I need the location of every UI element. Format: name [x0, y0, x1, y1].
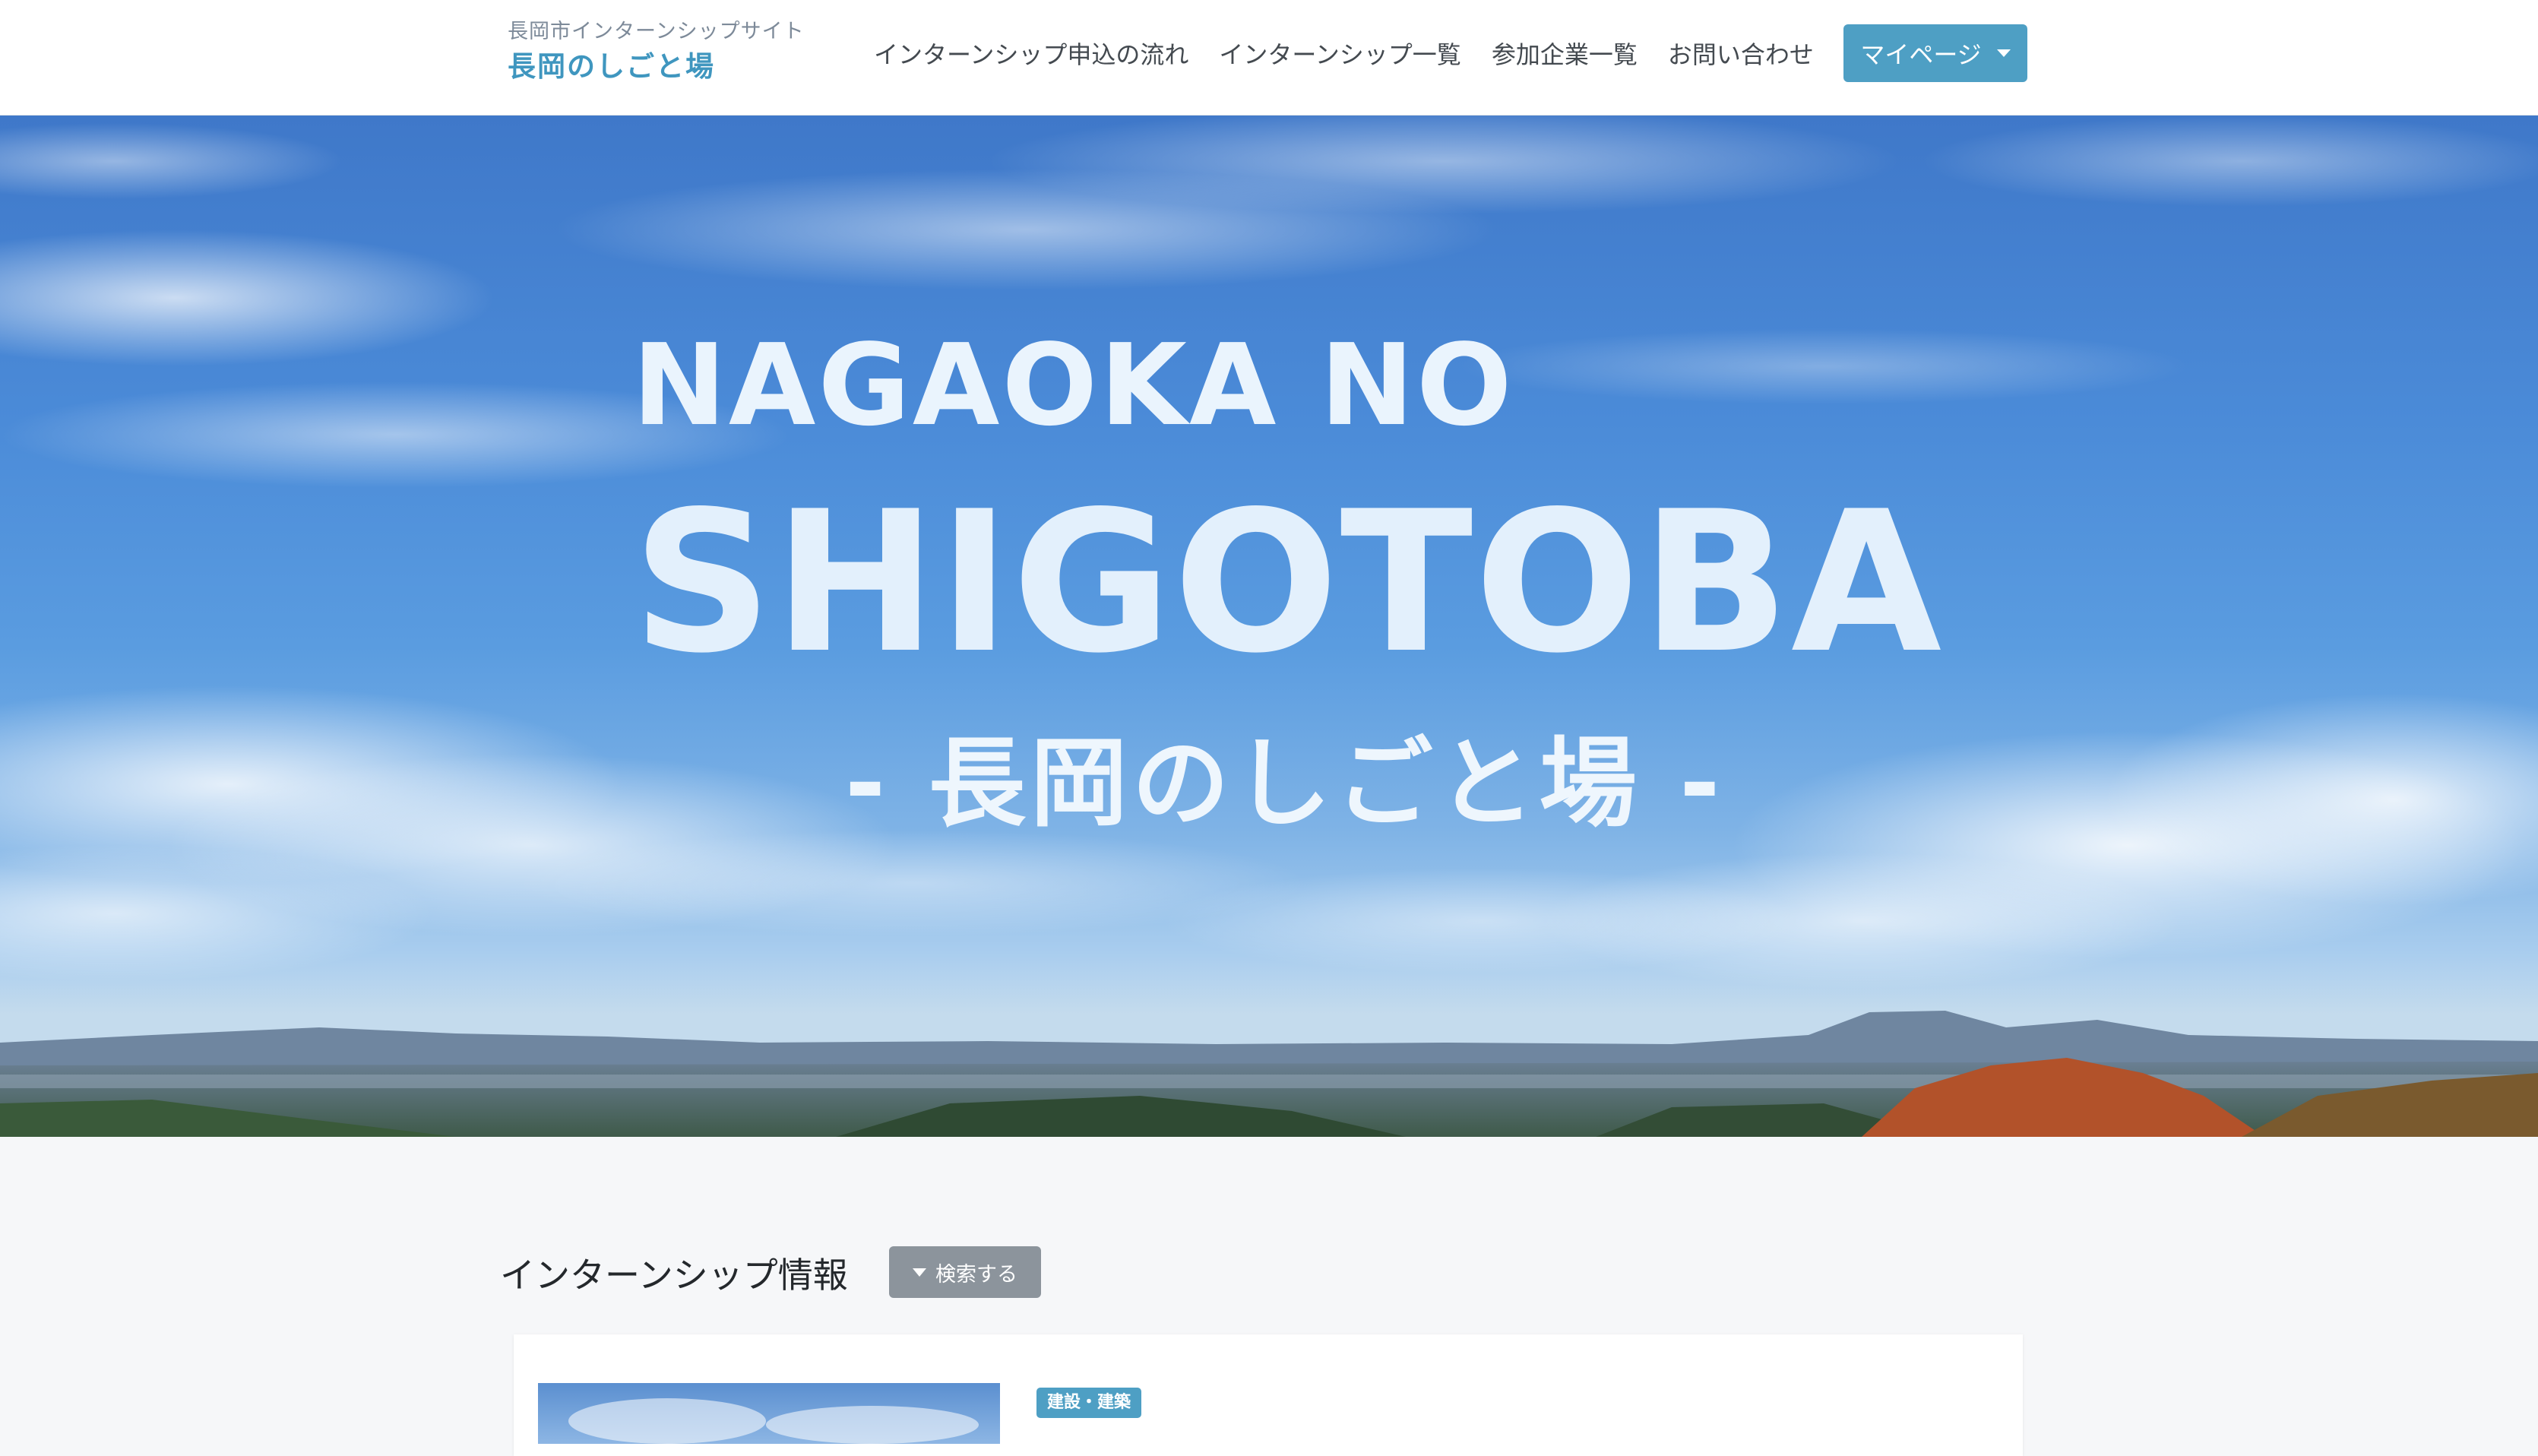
site-title[interactable]: 長岡のしごと場: [508, 46, 805, 88]
search-label: 検索する: [935, 1262, 1017, 1287]
hero-heading-japanese: - 長岡のしごと場 -: [845, 727, 1725, 840]
site-brand[interactable]: 長岡市インターンシップサイト 長岡のしごと場: [508, 18, 805, 88]
internship-card-image[interactable]: [538, 1383, 1000, 1444]
hero-heading-line2: SHIGOTOBA: [632, 470, 1944, 696]
hero-banner: NAGAOKA NO SHIGOTOBA - 長岡のしごと場 -: [0, 116, 2538, 1137]
nav-link-application-flow[interactable]: インターンシップ申込の流れ: [874, 36, 1188, 71]
internship-card[interactable]: 建設・建築: [514, 1334, 2023, 1456]
mypage-dropdown-button[interactable]: マイページ: [1843, 24, 2027, 82]
caret-down-icon: [1996, 49, 2011, 57]
site-header: 長岡市インターンシップサイト 長岡のしごと場 インターンシップ申込の流れ インタ…: [0, 0, 2538, 116]
nav-link-company-list[interactable]: 参加企業一覧: [1492, 36, 1638, 71]
nav-link-internship-list[interactable]: インターンシップ一覧: [1219, 36, 1460, 71]
triangle-down-icon: [913, 1268, 926, 1277]
category-badge: 建設・建築: [1036, 1388, 1142, 1418]
nav-link-contact[interactable]: お問い合わせ: [1668, 36, 1814, 71]
search-toggle-button[interactable]: 検索する: [889, 1246, 1041, 1298]
internship-info-heading: インターンシップ情報: [500, 1255, 848, 1296]
main-nav: インターンシップ申込の流れ インターンシップ一覧 参加企業一覧 お問い合わせ: [874, 24, 1844, 82]
hero-heading-line1: NAGAOKA NO: [632, 320, 1514, 451]
mypage-label: マイページ: [1860, 40, 1982, 69]
site-subtitle: 長岡市インターンシップサイト: [508, 20, 805, 43]
